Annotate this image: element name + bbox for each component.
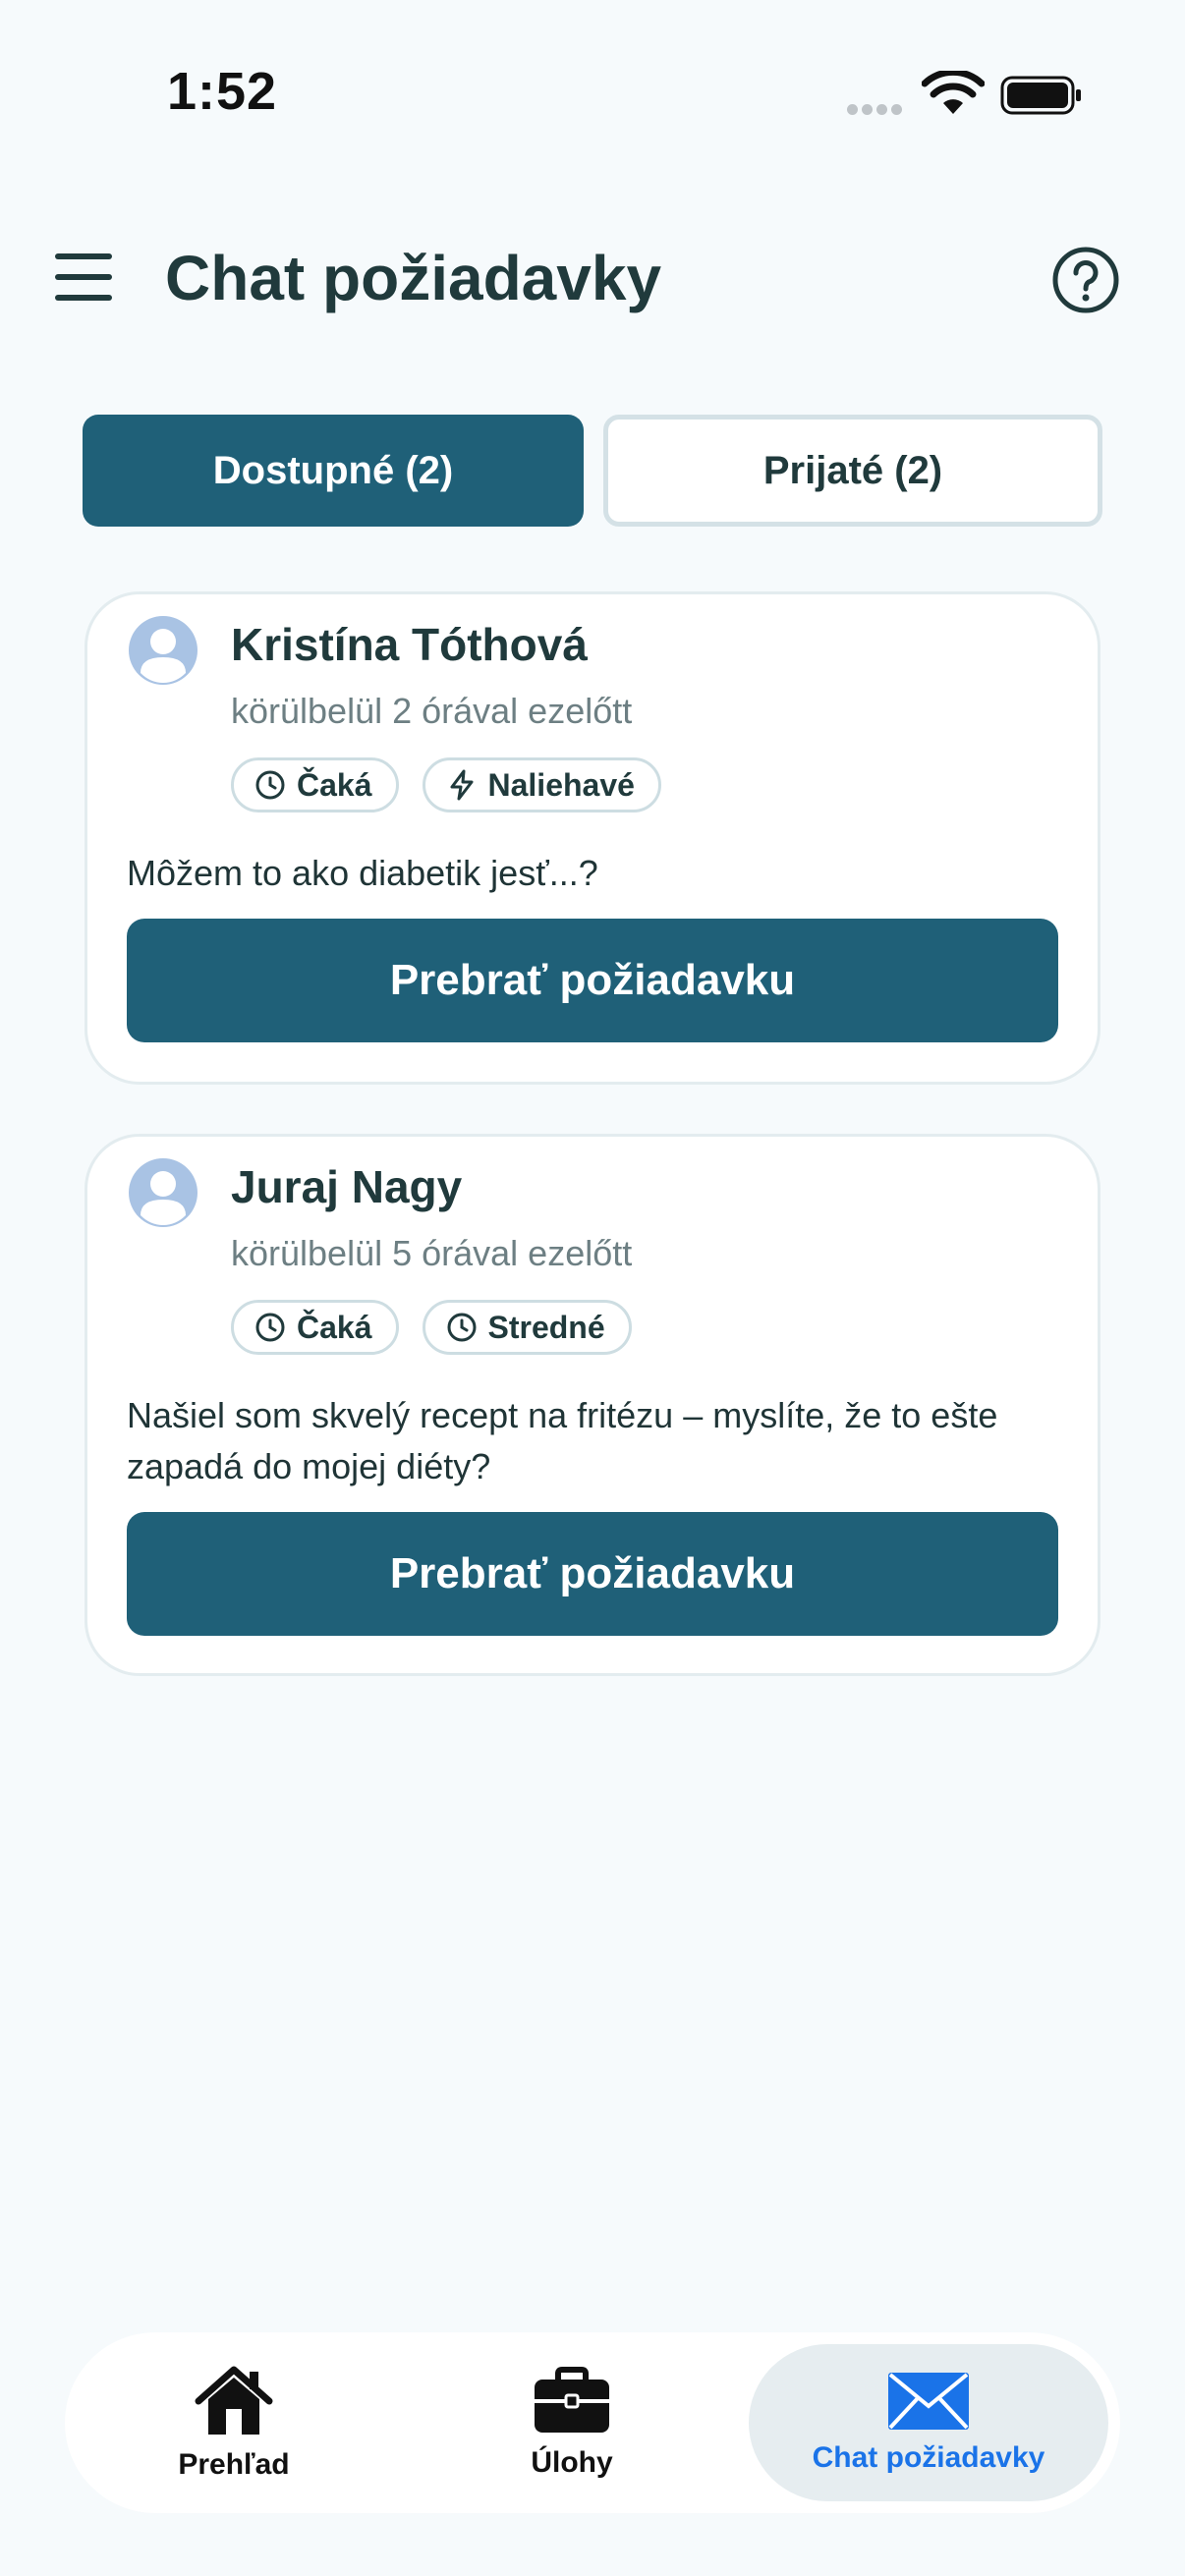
priority-badge: Naliehavé bbox=[422, 757, 661, 812]
clock-icon bbox=[447, 1313, 476, 1342]
priority-badge-label: Stredné bbox=[487, 1309, 605, 1345]
menu-icon[interactable] bbox=[53, 252, 114, 303]
claim-request-button[interactable]: Prebrať požiadavku bbox=[127, 919, 1058, 1042]
tab-accepted[interactable]: Prijaté (2) bbox=[603, 415, 1102, 527]
help-icon[interactable] bbox=[1051, 246, 1120, 314]
status-time: 1:52 bbox=[167, 62, 278, 121]
lightning-icon bbox=[450, 769, 473, 801]
priority-badge: Stredné bbox=[422, 1300, 632, 1355]
briefcase-icon bbox=[535, 2367, 609, 2433]
nav-item-label: Úlohy bbox=[531, 2446, 613, 2479]
priority-badge-label: Naliehavé bbox=[487, 766, 635, 803]
requester-name: Kristína Tóthová bbox=[231, 619, 588, 670]
status-badge: Čaká bbox=[231, 1300, 399, 1355]
envelope-icon bbox=[888, 2373, 969, 2430]
request-message: Našiel som skvelý recept na fritézu – my… bbox=[127, 1395, 998, 1486]
clock-icon bbox=[255, 770, 285, 800]
tab-available[interactable]: Dostupné (2) bbox=[83, 415, 584, 527]
status-bar: 1:52 bbox=[0, 0, 1185, 187]
status-badge-label: Čaká bbox=[297, 1309, 372, 1345]
nav-item-label: Chat požiadavky bbox=[812, 2441, 1045, 2474]
home-icon bbox=[195, 2366, 273, 2435]
request-message: Môžem to ako diabetik jesť...? bbox=[127, 853, 598, 893]
wifi-icon bbox=[922, 71, 985, 114]
request-card: Juraj Nagy körülbelül 5 órával ezelőtt Č… bbox=[85, 1134, 1100, 1676]
status-badge-label: Čaká bbox=[297, 766, 372, 803]
avatar-icon bbox=[129, 1158, 198, 1227]
request-time: körülbelül 2 órával ezelőtt bbox=[231, 691, 633, 731]
claim-request-button[interactable]: Prebrať požiadavku bbox=[127, 1512, 1058, 1636]
status-badge: Čaká bbox=[231, 757, 399, 812]
avatar-icon bbox=[129, 616, 198, 685]
clock-icon bbox=[255, 1313, 285, 1342]
request-card: Kristína Tóthová körülbelül 2 órával eze… bbox=[85, 591, 1100, 1085]
request-time: körülbelül 5 órával ezelőtt bbox=[231, 1233, 633, 1273]
requester-name: Juraj Nagy bbox=[231, 1161, 463, 1212]
battery-icon bbox=[1000, 76, 1081, 115]
nav-item-label: Prehľad bbox=[178, 2448, 290, 2481]
nav-item-tasks[interactable]: Úlohy bbox=[483, 2332, 660, 2513]
bottom-nav: Prehľad Úlohy Chat požiadavky bbox=[65, 2332, 1120, 2513]
page-title: Chat požiadavky bbox=[165, 243, 662, 313]
nav-item-overview[interactable]: Prehľad bbox=[145, 2332, 322, 2513]
cellular-signal-icon bbox=[847, 102, 906, 115]
nav-item-chat-requests[interactable]: Chat požiadavky bbox=[749, 2344, 1108, 2501]
